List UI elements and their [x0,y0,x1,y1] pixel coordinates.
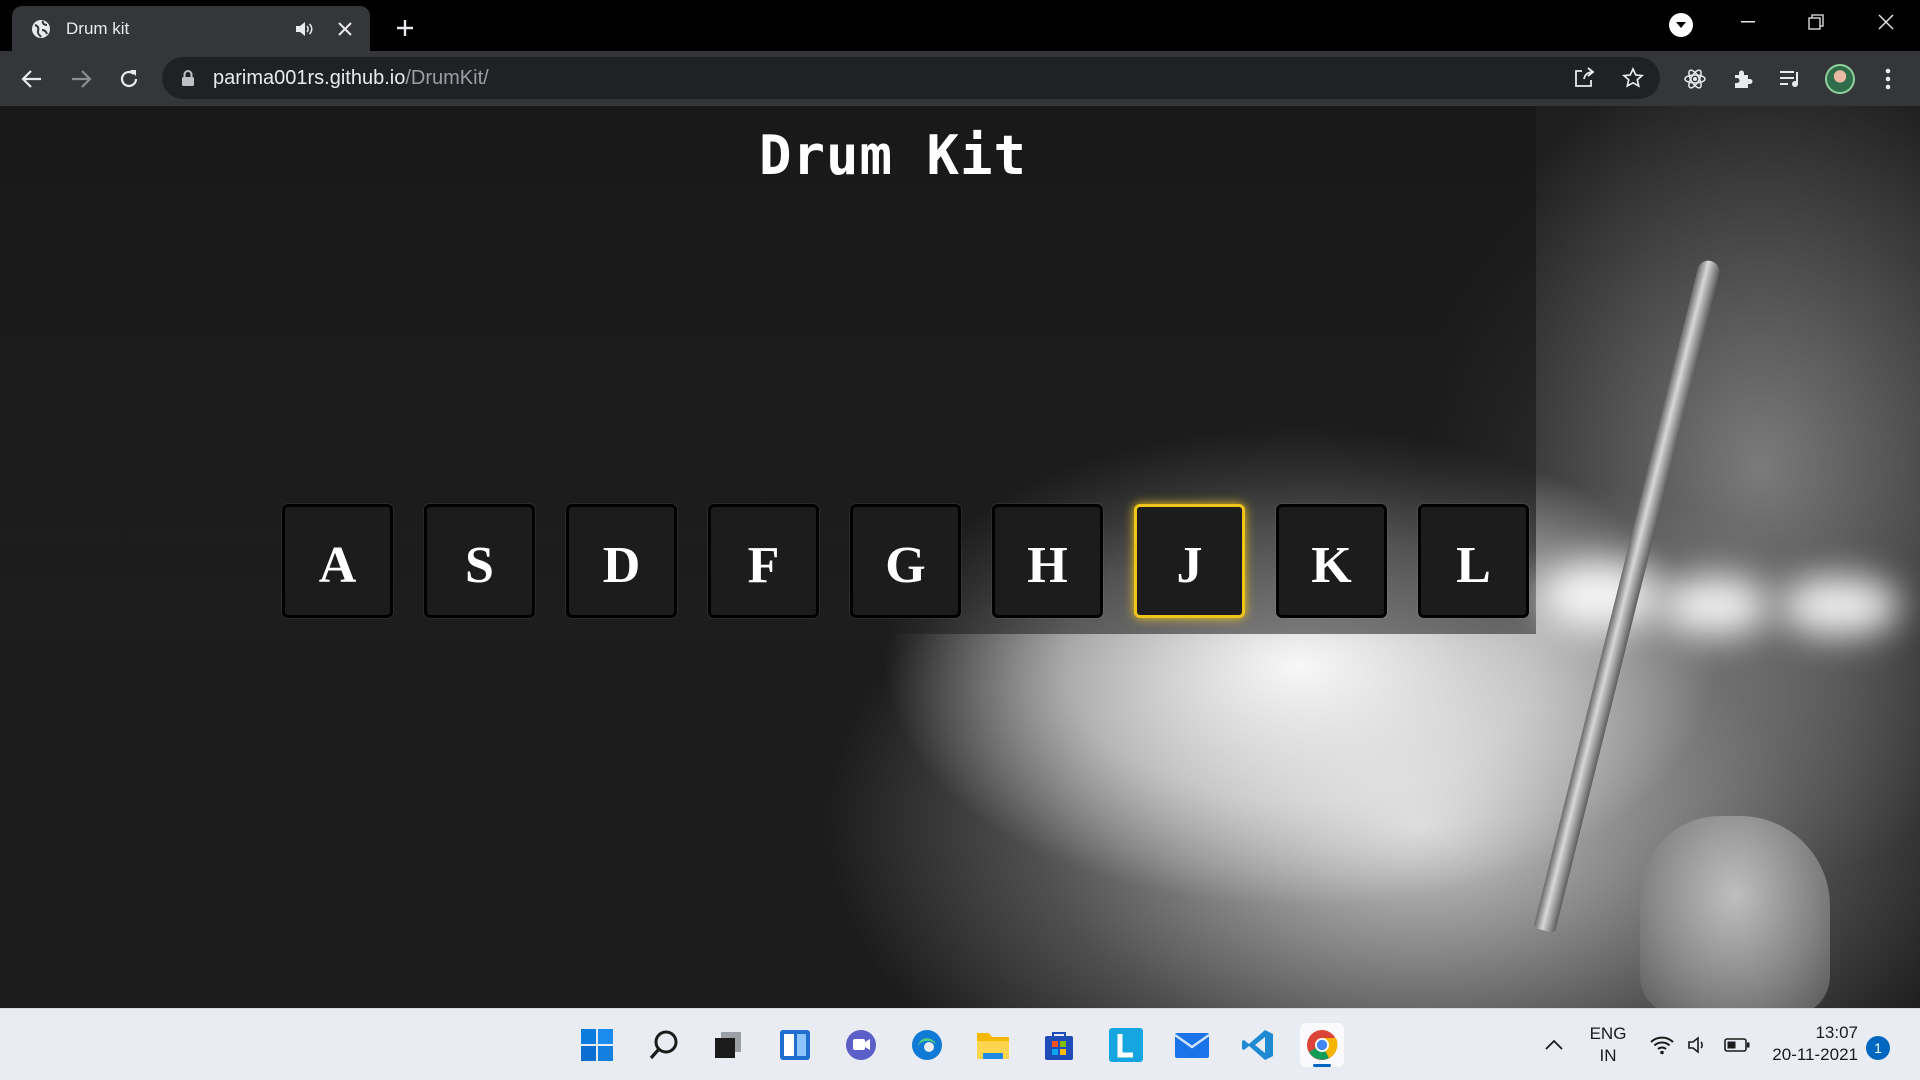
minimize-icon[interactable] [1718,4,1778,40]
drum-key-s[interactable]: S [424,504,535,618]
hand-image [1640,816,1830,1008]
reload-icon[interactable] [112,62,146,96]
drum-key-l[interactable]: L [1418,504,1529,618]
volume-icon[interactable] [1680,1027,1716,1063]
page-title: Drum Kit [758,124,1028,187]
microsoft-store-icon[interactable] [1037,1023,1081,1067]
drum-key-label: L [1456,536,1491,594]
drum-key-h[interactable]: H [992,504,1103,618]
mail-icon[interactable] [1170,1023,1214,1067]
drum-key-label: J [1176,536,1203,594]
drum-key-label: G [885,536,926,594]
back-icon[interactable] [15,62,49,96]
drum-key-k[interactable]: K [1276,504,1387,618]
globe-icon [30,18,52,40]
clock-time: 13:07 [1815,1023,1858,1042]
l-app-icon[interactable] [1104,1023,1148,1067]
bookmark-star-icon[interactable] [1621,66,1645,90]
drum-kit-page: Drum Kit A S D F G H J K L [0,106,1920,1008]
media-control-icon[interactable] [1777,66,1803,92]
drum-key-label: K [1311,536,1352,594]
address-bar[interactable]: parima001rs.github.io/DrumKit/ [162,57,1660,99]
vscode-icon[interactable] [1236,1023,1280,1067]
browser-toolbar: parima001rs.github.io/DrumKit/ [0,51,1920,106]
widgets-icon[interactable] [773,1023,817,1067]
notification-badge[interactable]: 1 [1866,1036,1890,1060]
drum-key-d[interactable]: D [566,504,677,618]
new-tab-button[interactable] [390,13,420,43]
search-icon[interactable] [642,1023,686,1067]
browser-tab-strip: Drum kit [0,0,1920,51]
teams-chat-icon[interactable] [839,1023,883,1067]
drum-key-j[interactable]: J [1134,504,1245,618]
wifi-icon[interactable] [1644,1027,1680,1063]
windows-taskbar: ENG IN 13:07 20-11-2021 1 [0,1008,1920,1080]
clock[interactable]: 13:07 20-11-2021 [1764,1022,1858,1066]
lock-icon[interactable] [180,69,198,87]
start-icon[interactable] [575,1023,619,1067]
light-glare [1660,576,1770,636]
battery-icon[interactable] [1718,1027,1756,1063]
light-glare [1780,576,1900,636]
url-host: parima001rs.github.io [213,67,406,89]
close-tab-icon[interactable] [334,18,356,40]
language-region: IN [1599,1046,1617,1065]
drum-key-f[interactable]: F [708,504,819,618]
clock-date: 20-11-2021 [1772,1045,1858,1064]
task-view-icon[interactable] [706,1023,750,1067]
more-menu-icon[interactable] [1875,66,1901,92]
url-text[interactable]: parima001rs.github.io/DrumKit/ [213,67,489,90]
react-devtools-icon[interactable] [1682,66,1708,92]
tab-search-icon[interactable] [1669,13,1693,37]
extensions-puzzle-icon[interactable] [1730,66,1756,92]
language-code: ENG [1589,1024,1627,1043]
edge-icon[interactable] [905,1023,949,1067]
restore-icon[interactable] [1786,4,1846,40]
browser-tab[interactable]: Drum kit [12,6,370,51]
forward-icon[interactable] [64,62,98,96]
drum-key-label: F [747,536,780,594]
drum-key-label: H [1027,536,1068,594]
close-window-icon[interactable] [1856,4,1916,40]
profile-avatar[interactable] [1825,64,1855,94]
drum-key-label: D [602,536,641,594]
drum-key-label: S [465,536,494,594]
drum-key-label: A [318,536,357,594]
language-indicator[interactable]: ENG IN [1584,1023,1632,1067]
chevron-up-icon[interactable] [1534,1027,1574,1063]
chrome-icon[interactable] [1300,1023,1344,1067]
drum-key-g[interactable]: G [850,504,961,618]
speaker-icon[interactable] [294,19,314,39]
url-path: /DrumKit/ [405,67,489,89]
drum-key-a[interactable]: A [282,504,393,618]
drum-keys: ASDFGHJKL [282,504,1529,618]
file-explorer-icon[interactable] [971,1023,1015,1067]
tab-title: Drum kit [66,18,130,38]
running-indicator [1313,1064,1331,1067]
share-icon[interactable] [1572,66,1596,90]
